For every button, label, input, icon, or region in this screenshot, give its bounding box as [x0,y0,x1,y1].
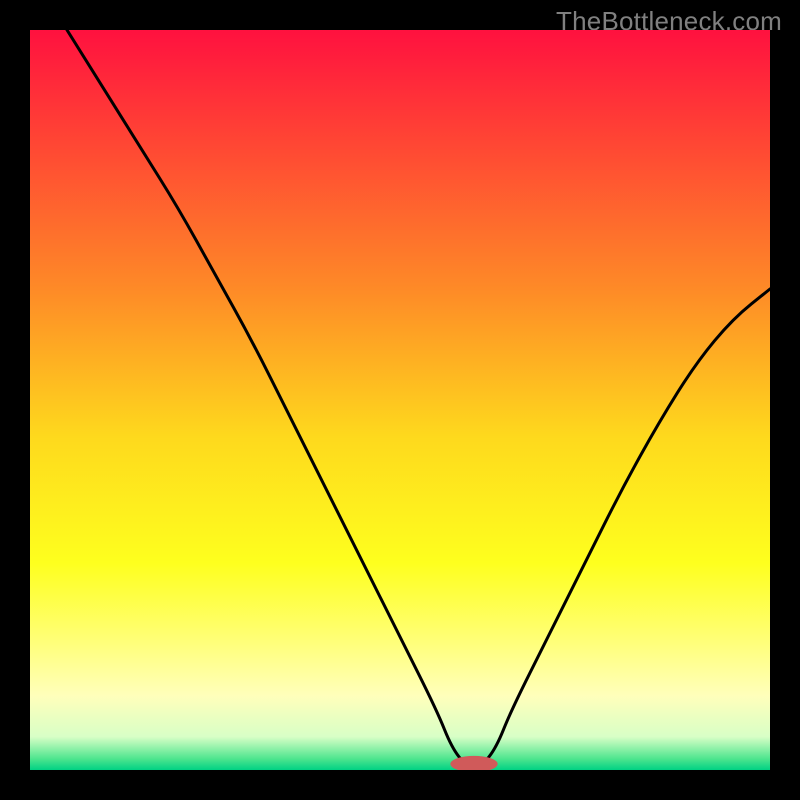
chart-plot-area [30,30,770,770]
chart-frame: TheBottleneck.com [0,0,800,800]
chart-background-gradient [30,30,770,770]
bottleneck-chart-svg [30,30,770,770]
